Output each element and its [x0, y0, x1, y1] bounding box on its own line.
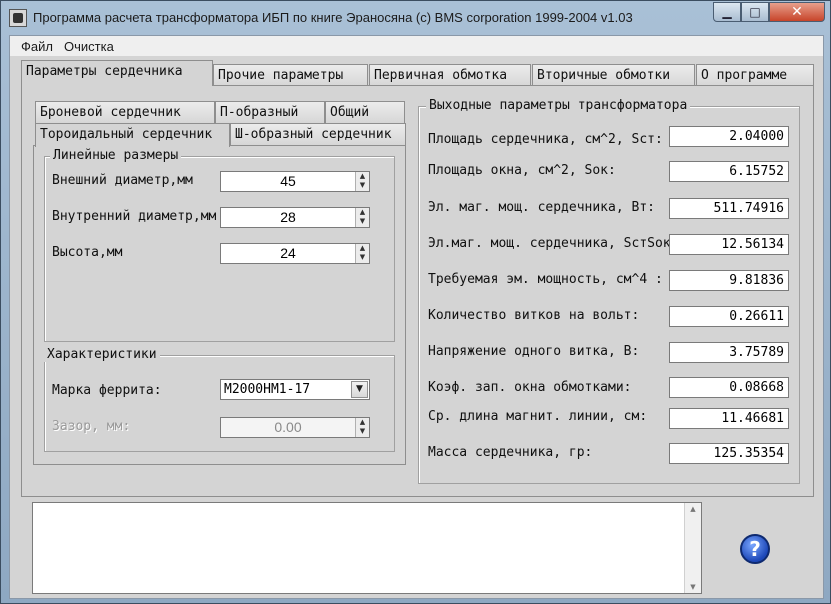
- maximize-button[interactable]: □: [741, 2, 769, 22]
- core-params-panel: Броневой сердечник П-образный Общий Торо…: [21, 85, 814, 497]
- output-label: Площадь окна, см^2, Sок:: [428, 163, 616, 178]
- tab-secondary-windings[interactable]: Вторичные обмотки: [532, 64, 695, 86]
- output-label: Количество витков на вольт:: [428, 308, 640, 323]
- output-value: 11.46681: [669, 408, 789, 429]
- spin-up-icon[interactable]: ▲: [356, 244, 369, 253]
- output-label: Ср. длина магнит. линии, см:: [428, 409, 648, 424]
- tab-general[interactable]: Общий: [325, 101, 405, 123]
- spin-arrows[interactable]: ▲ ▼: [355, 244, 369, 263]
- output-label: Масса сердечника, гр:: [428, 445, 593, 460]
- linear-dims-title: Линейные размеры: [50, 148, 182, 163]
- spin-arrows[interactable]: ▲ ▼: [355, 208, 369, 227]
- ferrite-value[interactable]: М2000НМ1-17: [224, 380, 310, 399]
- outputs-title: Выходные параметры трансформатора: [426, 98, 691, 113]
- menu-file[interactable]: Файл: [21, 39, 53, 54]
- height-value[interactable]: 24: [221, 244, 355, 263]
- output-label: Эл.маг. мощ. сердечника, SстSок:: [428, 236, 679, 251]
- close-button[interactable]: ✕: [769, 2, 825, 22]
- spin-arrows[interactable]: ▲ ▼: [355, 172, 369, 191]
- output-label: Требуемая эм. мощность, см^4 :: [428, 272, 663, 287]
- inner-diameter-spinner[interactable]: 28 ▲ ▼: [220, 207, 370, 228]
- output-label: Напряжение одного витка, В:: [428, 344, 640, 359]
- output-label: Коэф. зап. окна обмотками:: [428, 380, 632, 395]
- scroll-up-icon[interactable]: ▲: [685, 505, 701, 513]
- spin-down-icon[interactable]: ▼: [356, 253, 369, 262]
- output-label: Эл. маг. мощ. сердечника, Вт:: [428, 200, 655, 215]
- output-value: 0.08668: [669, 377, 789, 398]
- inner-diameter-label: Внутренний диаметр,мм: [52, 209, 217, 224]
- output-label: Площадь сердечника, см^2, Sст:: [428, 132, 663, 147]
- gap-label: Зазор, мм:: [52, 419, 131, 434]
- menu-bar: Файл Очистка: [10, 36, 823, 56]
- output-value: 9.81836: [669, 270, 789, 291]
- spin-up-icon: ▲: [359, 418, 366, 426]
- scroll-down-icon[interactable]: ▼: [685, 583, 701, 591]
- tab-u-core[interactable]: П-образный: [215, 101, 325, 123]
- tab-toroidal-core[interactable]: Тороидальный сердечник: [35, 123, 230, 147]
- minimize-button[interactable]: ▁: [713, 2, 741, 22]
- memo-scrollbar[interactable]: ▲ ▼: [684, 503, 701, 593]
- spin-down-icon[interactable]: ▼: [356, 181, 369, 190]
- help-icon[interactable]: ?: [740, 534, 770, 564]
- outer-diameter-label: Внешний диаметр,мм: [52, 173, 193, 188]
- main-area: Параметры сердечника Прочие параметры Пе…: [10, 56, 823, 598]
- characteristics-title: Характеристики: [44, 347, 160, 362]
- tab-primary-winding[interactable]: Первичная обмотка: [369, 64, 531, 86]
- window-title: Программа расчета трансформатора ИБП по …: [33, 10, 633, 25]
- tab-about[interactable]: О программе: [696, 64, 814, 86]
- height-label: Высота,мм: [52, 245, 123, 260]
- menu-clear[interactable]: Очистка: [64, 39, 114, 54]
- log-memo[interactable]: ▲ ▼: [32, 502, 702, 594]
- chevron-down-icon[interactable]: ▼: [351, 381, 368, 398]
- outer-diameter-spinner[interactable]: 45 ▲ ▼: [220, 171, 370, 192]
- tab-armored-core[interactable]: Броневой сердечник: [35, 101, 215, 123]
- ferrite-select[interactable]: М2000НМ1-17 ▼: [220, 379, 370, 400]
- inner-diameter-value[interactable]: 28: [221, 208, 355, 227]
- tab-other-params[interactable]: Прочие параметры: [213, 64, 368, 86]
- tab-e-core[interactable]: Ш-образный сердечник: [230, 123, 406, 145]
- gap-spinner: 0.00 ▲ ▼: [220, 417, 370, 438]
- app-icon[interactable]: [9, 9, 27, 27]
- spin-down-icon: ▼: [359, 427, 366, 435]
- gap-value: 0.00: [274, 419, 302, 435]
- client-area: Файл Очистка Параметры сердечника Прочие…: [9, 35, 824, 599]
- outer-diameter-value[interactable]: 45: [221, 172, 355, 191]
- output-value: 2.04000: [669, 126, 789, 147]
- output-value: 125.35354: [669, 443, 789, 464]
- spin-up-icon[interactable]: ▲: [356, 172, 369, 181]
- app-window: Программа расчета трансформатора ИБП по …: [0, 0, 831, 604]
- spin-up-icon[interactable]: ▲: [356, 208, 369, 217]
- output-value: 6.15752: [669, 161, 789, 182]
- output-value: 12.56134: [669, 234, 789, 255]
- output-value: 0.26611: [669, 306, 789, 327]
- output-value: 3.75789: [669, 342, 789, 363]
- height-spinner[interactable]: 24 ▲ ▼: [220, 243, 370, 264]
- tab-core-params[interactable]: Параметры сердечника: [21, 60, 213, 86]
- spin-down-icon[interactable]: ▼: [356, 217, 369, 226]
- spin-arrows: ▲ ▼: [355, 418, 369, 437]
- output-value: 511.74916: [669, 198, 789, 219]
- toroidal-core-panel: Линейные размеры Внешний диаметр,мм 45 ▲…: [33, 145, 406, 465]
- title-bar: Программа расчета трансформатора ИБП по …: [1, 1, 830, 35]
- ferrite-label: Марка феррита:: [52, 383, 162, 398]
